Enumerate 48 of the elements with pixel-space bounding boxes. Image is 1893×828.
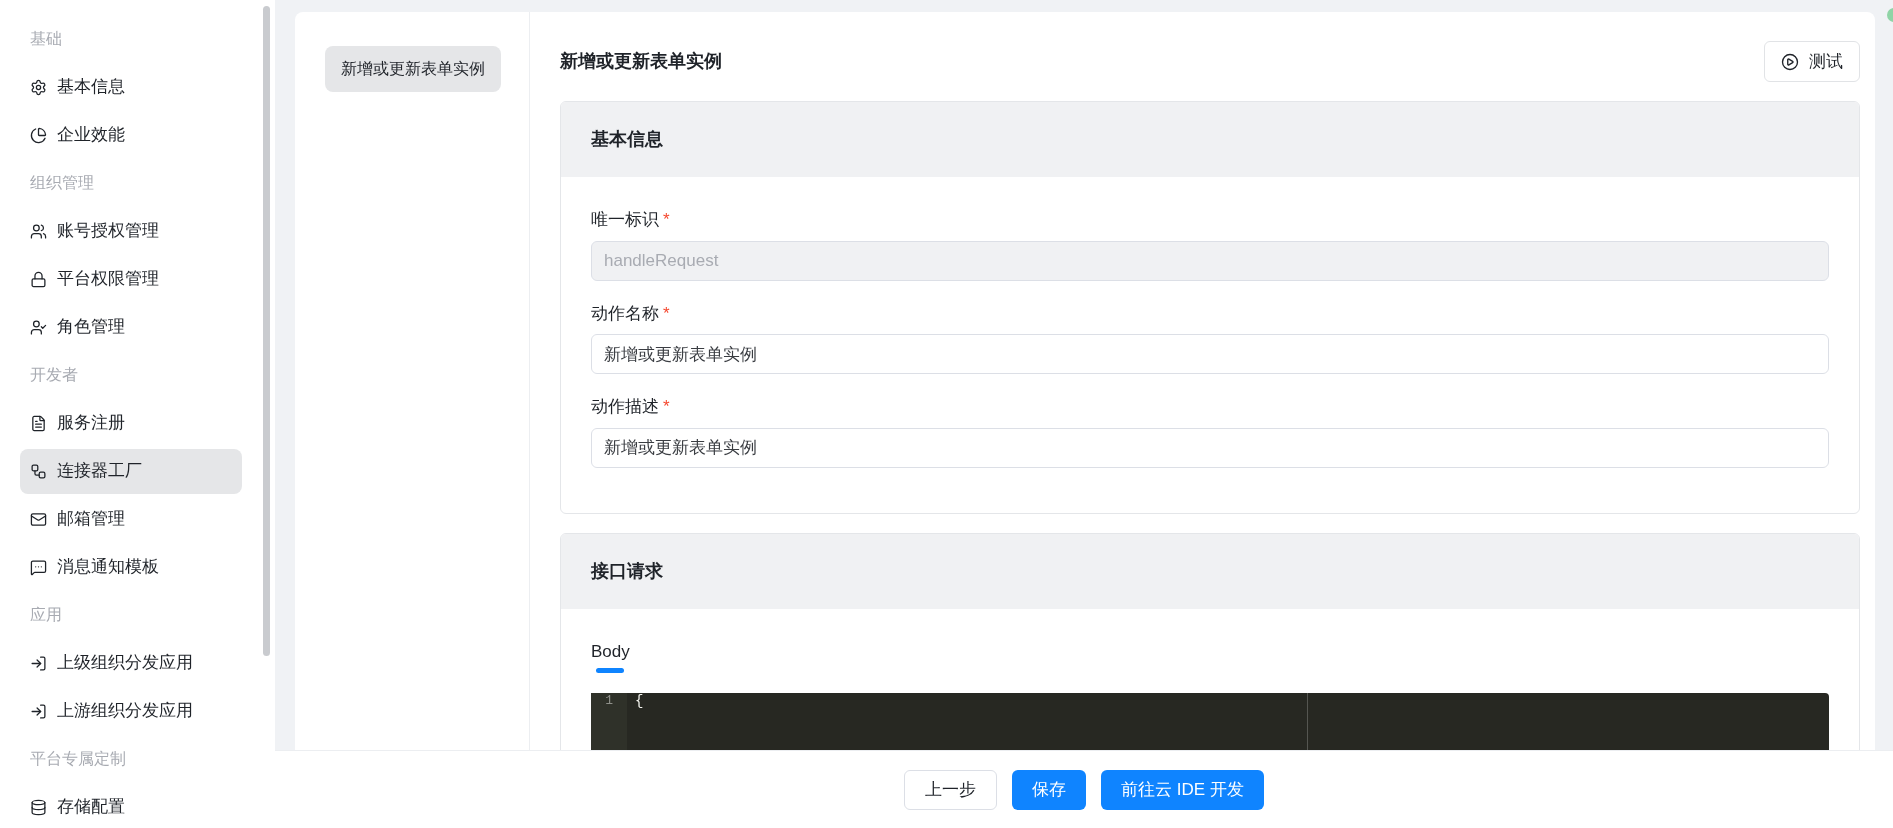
action-list-item[interactable]: 新增或更新表单实例 — [325, 46, 501, 92]
footer-button[interactable]: 上一步 — [904, 769, 998, 810]
lock-icon — [30, 270, 47, 288]
users-icon — [30, 222, 47, 240]
chat-bubble-icon — [30, 558, 47, 576]
field-label: 动作描述 * — [591, 396, 671, 418]
sidebar-item[interactable]: 消息通知模板 — [20, 544, 242, 590]
line-number: 1 — [604, 693, 614, 709]
section-title: 基本信息 — [591, 128, 663, 151]
gear-icon — [30, 78, 47, 96]
enter-icon — [30, 702, 47, 720]
text-field[interactable]: 新增或更新表单实例 — [591, 334, 1829, 374]
code-line: { — [635, 693, 644, 709]
footer-button[interactable]: 保存 — [1012, 769, 1087, 810]
sidebar-item[interactable]: 角色管理 — [20, 304, 242, 350]
envelope-icon — [30, 510, 47, 528]
sidebar-item[interactable]: 上游组织分发应用 — [20, 688, 242, 734]
section-title: 接口请求 — [591, 559, 663, 583]
database-icon — [30, 798, 47, 816]
sidebar-group-label: 开发者 — [30, 365, 78, 385]
footer-button[interactable]: 前往云 IDE 开发 — [1101, 769, 1264, 810]
test-button[interactable]: 测试 — [1764, 41, 1860, 82]
text-field[interactable]: 新增或更新表单实例 — [591, 427, 1829, 468]
sidebar-item[interactable]: 服务注册 — [20, 400, 242, 446]
sidebar-item[interactable]: 邮箱管理 — [20, 496, 242, 542]
sidebar-item[interactable]: 平台权限管理 — [20, 256, 242, 302]
code-editor[interactable]: 1 { — [591, 693, 1829, 750]
field-label: 唯一标识 * — [591, 209, 671, 231]
play-icon — [1781, 52, 1799, 71]
sidebar-group-label: 应用 — [30, 605, 62, 625]
sidebar-item[interactable]: 存储配置 — [20, 784, 242, 828]
sidebar-item[interactable]: 基本信息 — [20, 64, 242, 110]
nodes-icon — [30, 462, 47, 480]
field-label: 动作名称 * — [591, 302, 671, 325]
user-check-icon — [30, 318, 47, 336]
enter-icon — [30, 654, 47, 672]
page-title: 新增或更新表单实例 — [560, 50, 722, 73]
scrollbar-thumb[interactable] — [263, 6, 270, 656]
sidebar-item[interactable]: 上级组织分发应用 — [20, 640, 242, 686]
sidebar-group-label: 组织管理 — [30, 173, 94, 193]
document-icon — [30, 414, 47, 432]
sidebar-item[interactable]: 账号授权管理 — [20, 208, 242, 254]
sidebar-group-label: 平台专属定制 — [30, 749, 126, 769]
sidebar-item[interactable]: 连接器工厂 — [20, 448, 242, 494]
sidebar-group-label: 基础 — [30, 29, 62, 49]
tab[interactable]: Body — [591, 638, 630, 673]
sidebar-item[interactable]: 企业效能 — [20, 112, 242, 158]
pie-chart-icon — [30, 126, 47, 144]
